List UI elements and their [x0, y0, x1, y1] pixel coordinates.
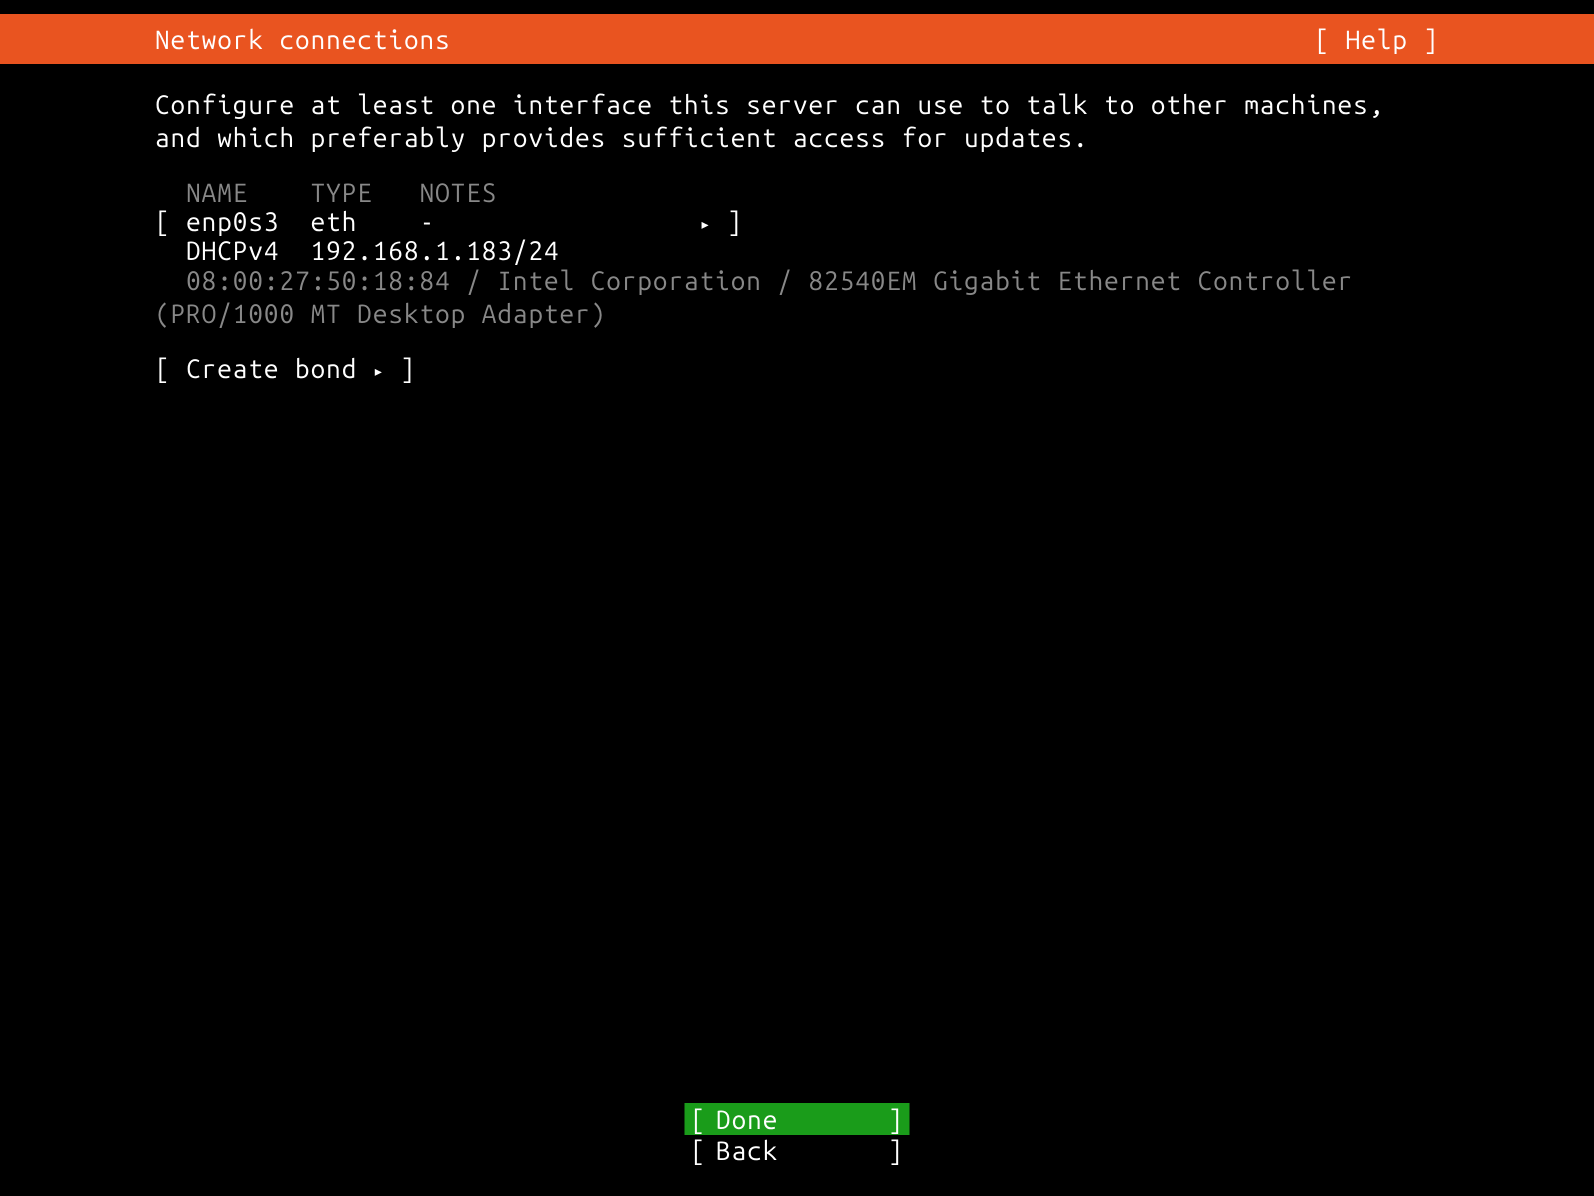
interface-type: eth: [311, 207, 358, 236]
bracket-close: ]: [727, 207, 743, 236]
interface-row[interactable]: [ enp0s3 eth - ▸ ]: [155, 207, 1439, 236]
interface-ip: 192.168.1.183/24: [311, 236, 560, 265]
main-content: Configure at least one interface this se…: [0, 64, 1594, 383]
col-name: NAME: [186, 178, 248, 207]
col-type: TYPE: [311, 178, 373, 207]
header-bar: Network connections [ Help ]: [0, 14, 1594, 64]
triangle-right-icon: ▸: [700, 215, 712, 233]
done-label: Done: [706, 1105, 888, 1134]
bracket-close: ]: [400, 354, 416, 383]
bracket-open: [: [155, 354, 171, 383]
table-header-row: NAME TYPE NOTES: [155, 178, 1439, 207]
done-button[interactable]: [ Done ]: [685, 1103, 910, 1135]
interface-notes: -: [420, 207, 436, 236]
footer-buttons: [ Done ] [ Back ]: [685, 1103, 910, 1165]
description-text: Configure at least one interface this se…: [155, 89, 1439, 154]
triangle-right-icon: ▸: [373, 362, 385, 380]
interface-dhcp-row: DHCPv4 192.168.1.183/24: [155, 236, 1439, 265]
bracket-close: ]: [888, 1105, 904, 1134]
create-bond-label: Create bond: [186, 354, 357, 383]
bracket-open: [: [155, 207, 171, 236]
back-button[interactable]: [ Back ]: [685, 1135, 910, 1165]
top-stripe: [0, 0, 1594, 14]
back-label: Back: [706, 1136, 888, 1165]
create-bond-button[interactable]: [ Create bond ▸ ]: [155, 354, 1439, 383]
page-title: Network connections: [155, 25, 451, 54]
interface-hardware-info: 08:00:27:50:18:84 / Intel Corporation / …: [155, 265, 1439, 330]
help-button[interactable]: [ Help ]: [1315, 25, 1439, 54]
bracket-open: [: [691, 1136, 707, 1165]
dhcp-label: DHCPv4: [186, 236, 279, 265]
bracket-close: ]: [888, 1136, 904, 1165]
col-notes: NOTES: [420, 178, 498, 207]
interface-name: enp0s3: [186, 207, 279, 236]
bracket-open: [: [691, 1105, 707, 1134]
